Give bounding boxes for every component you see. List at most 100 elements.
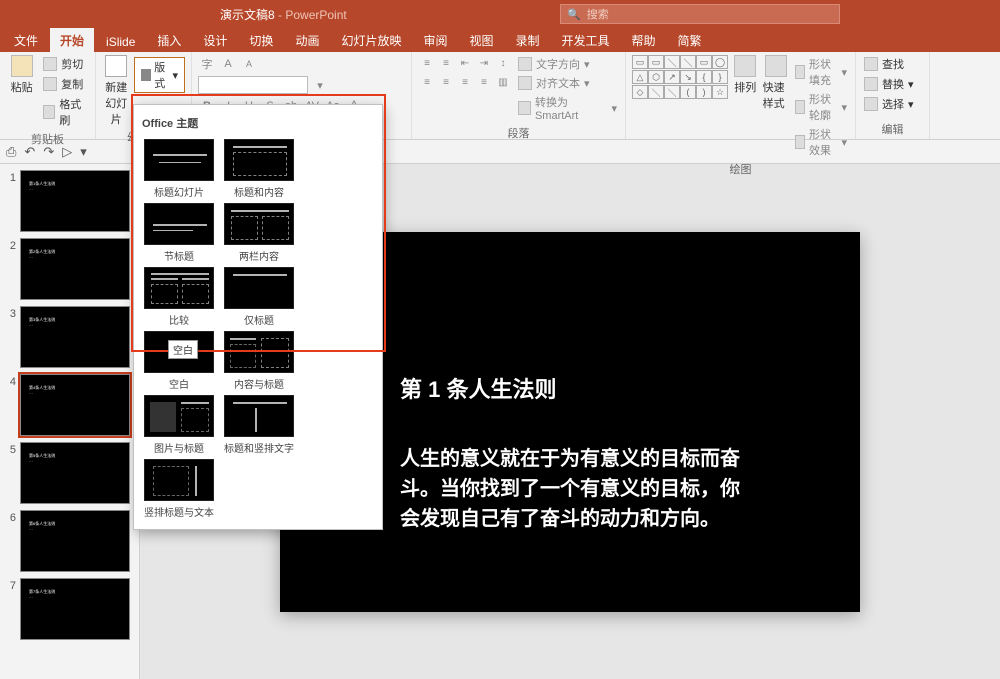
tab-home[interactable]: 开始 <box>50 28 94 52</box>
tab-record[interactable]: 录制 <box>506 28 550 52</box>
font-char-button[interactable]: 字 <box>198 55 216 73</box>
shape-effects-button[interactable]: 形状效果 ▾ <box>793 125 849 159</box>
layout-option-label: 两栏内容 <box>239 248 279 263</box>
new-slide-button[interactable]: 新建 幻灯片 <box>102 55 130 127</box>
tab-help[interactable]: 帮助 <box>622 28 666 52</box>
slide-thumb-6[interactable]: 第6条人生法则… <box>20 510 130 572</box>
grow-font-button[interactable]: A <box>219 55 237 73</box>
align-text-button[interactable]: 对齐文本 ▾ <box>516 74 619 92</box>
shape-outline-button[interactable]: 形状轮廓 ▾ <box>793 90 849 124</box>
numbering-button[interactable]: ≡ <box>437 55 455 71</box>
slide-thumb-3[interactable]: 第3条人生法则… <box>20 306 130 368</box>
tab-jianfan[interactable]: 简繁 <box>668 28 712 52</box>
replace-button[interactable]: 替换 ▾ <box>862 75 916 93</box>
align-text-icon <box>518 76 532 90</box>
tab-animation[interactable]: 动画 <box>285 28 329 52</box>
layout-thumb-icon <box>224 267 294 309</box>
tab-transition[interactable]: 切换 <box>239 28 283 52</box>
font-size-dropdown[interactable]: ▾ <box>311 76 329 94</box>
slide-thumb-2[interactable]: 第2条人生法则… <box>20 238 130 300</box>
thumb-number: 3 <box>4 306 16 368</box>
layout-dropdown-button[interactable]: 版式▾ <box>134 57 185 93</box>
layout-option-1[interactable]: 标题和内容 <box>222 139 296 199</box>
layout-option-7[interactable]: 内容与标题 <box>222 331 296 391</box>
slide-thumb-4[interactable]: 第4条人生法则… <box>20 374 130 436</box>
thumb-number: 1 <box>4 170 16 232</box>
layout-option-0[interactable]: 标题幻灯片 <box>142 139 216 199</box>
tab-view[interactable]: 视图 <box>459 28 503 52</box>
layout-option-10[interactable]: 竖排标题与文本 <box>142 459 216 519</box>
layout-option-4[interactable]: 比较 <box>142 267 216 327</box>
layout-thumb-icon <box>144 267 214 309</box>
tab-insert[interactable]: 插入 <box>147 28 191 52</box>
slide-thumbnails-pane[interactable]: 1第1条人生法则…2第2条人生法则…3第3条人生法则…4第4条人生法则…5第5条… <box>0 164 140 679</box>
find-button[interactable]: 查找 <box>862 55 916 73</box>
tab-developer[interactable]: 开发工具 <box>552 28 620 52</box>
group-paragraph-label: 段落 <box>418 123 619 141</box>
line-spacing-button[interactable]: ↕ <box>494 55 512 71</box>
slide-thumb-7[interactable]: 第7条人生法则… <box>20 578 130 640</box>
quick-style-icon <box>765 55 787 77</box>
text-dir-icon <box>518 57 532 71</box>
justify-button[interactable]: ≡ <box>475 74 493 90</box>
ribbon-tabs: 文件 开始 iSlide 插入 设计 切换 动画 幻灯片放映 审阅 视图 录制 … <box>0 28 1000 52</box>
slide-title: 第 1 条人生法则 <box>400 372 740 404</box>
smartart-button[interactable]: 转换为 SmartArt ▾ <box>516 93 619 123</box>
thumb-number: 6 <box>4 510 16 572</box>
indent-dec-button[interactable]: ⇤ <box>456 55 474 71</box>
copy-button[interactable]: 复制 <box>41 75 89 93</box>
shapes-gallery[interactable]: ▭▭＼＼▭◯ △⬡↗↘{} ◇＼＼()☆ <box>632 55 728 99</box>
font-family-select[interactable] <box>198 76 308 94</box>
effects-icon <box>795 135 805 149</box>
paste-button[interactable]: 粘贴 <box>6 55 37 95</box>
tab-islide[interactable]: iSlide <box>96 31 145 52</box>
tab-slideshow[interactable]: 幻灯片放映 <box>331 28 411 52</box>
shape-fill-button[interactable]: 形状填充 ▾ <box>793 55 849 89</box>
quick-styles-button[interactable]: 快速样式 <box>763 55 790 111</box>
layout-icon <box>141 69 151 81</box>
arrange-icon <box>734 55 756 77</box>
format-painter-button[interactable]: 格式刷 <box>41 95 89 129</box>
tab-file[interactable]: 文件 <box>4 28 48 52</box>
shrink-font-button[interactable]: A <box>240 55 258 73</box>
layout-option-label: 标题和竖排文字 <box>224 440 294 455</box>
columns-button[interactable]: ▥ <box>494 74 512 90</box>
layout-option-label: 竖排标题与文本 <box>144 504 214 519</box>
select-button[interactable]: 选择 ▾ <box>862 95 916 113</box>
group-edit-label: 编辑 <box>862 119 923 137</box>
brush-icon <box>43 105 55 119</box>
slide-thumb-5[interactable]: 第5条人生法则… <box>20 442 130 504</box>
bullets-button[interactable]: ≡ <box>418 55 436 71</box>
align-right-button[interactable]: ≡ <box>456 74 474 90</box>
layout-option-2[interactable]: 节标题 <box>142 203 216 263</box>
chevron-down-icon: ▾ <box>172 69 178 82</box>
replace-icon <box>864 77 878 91</box>
tab-review[interactable]: 审阅 <box>413 28 457 52</box>
indent-inc-button[interactable]: ⇥ <box>475 55 493 71</box>
layout-option-label: 内容与标题 <box>234 376 284 391</box>
align-center-button[interactable]: ≡ <box>437 74 455 90</box>
layout-option-3[interactable]: 两栏内容 <box>222 203 296 263</box>
new-slide-icon <box>105 55 127 77</box>
layout-option-label: 标题和内容 <box>234 184 284 199</box>
slide-thumb-1[interactable]: 第1条人生法则… <box>20 170 130 232</box>
search-box[interactable]: 🔍 搜索 <box>560 4 840 24</box>
thumb-number: 2 <box>4 238 16 300</box>
layout-thumb-icon <box>144 139 214 181</box>
copy-icon <box>43 77 57 91</box>
layout-option-9[interactable]: 标题和竖排文字 <box>222 395 296 455</box>
layout-option-label: 节标题 <box>164 248 194 263</box>
layout-option-8[interactable]: 图片与标题 <box>142 395 216 455</box>
fill-icon <box>795 65 805 79</box>
text-direction-button[interactable]: 文字方向 ▾ <box>516 55 619 73</box>
align-left-button[interactable]: ≡ <box>418 74 436 90</box>
tab-design[interactable]: 设计 <box>193 28 237 52</box>
thumb-number: 5 <box>4 442 16 504</box>
layout-thumb-icon <box>144 395 214 437</box>
cut-button[interactable]: 剪切 <box>41 55 89 73</box>
layout-option-5[interactable]: 仅标题 <box>222 267 296 327</box>
arrange-button[interactable]: 排列 <box>732 55 759 95</box>
paste-icon <box>11 55 33 77</box>
layout-thumb-icon <box>224 203 294 245</box>
layout-option-label: 仅标题 <box>244 312 274 327</box>
